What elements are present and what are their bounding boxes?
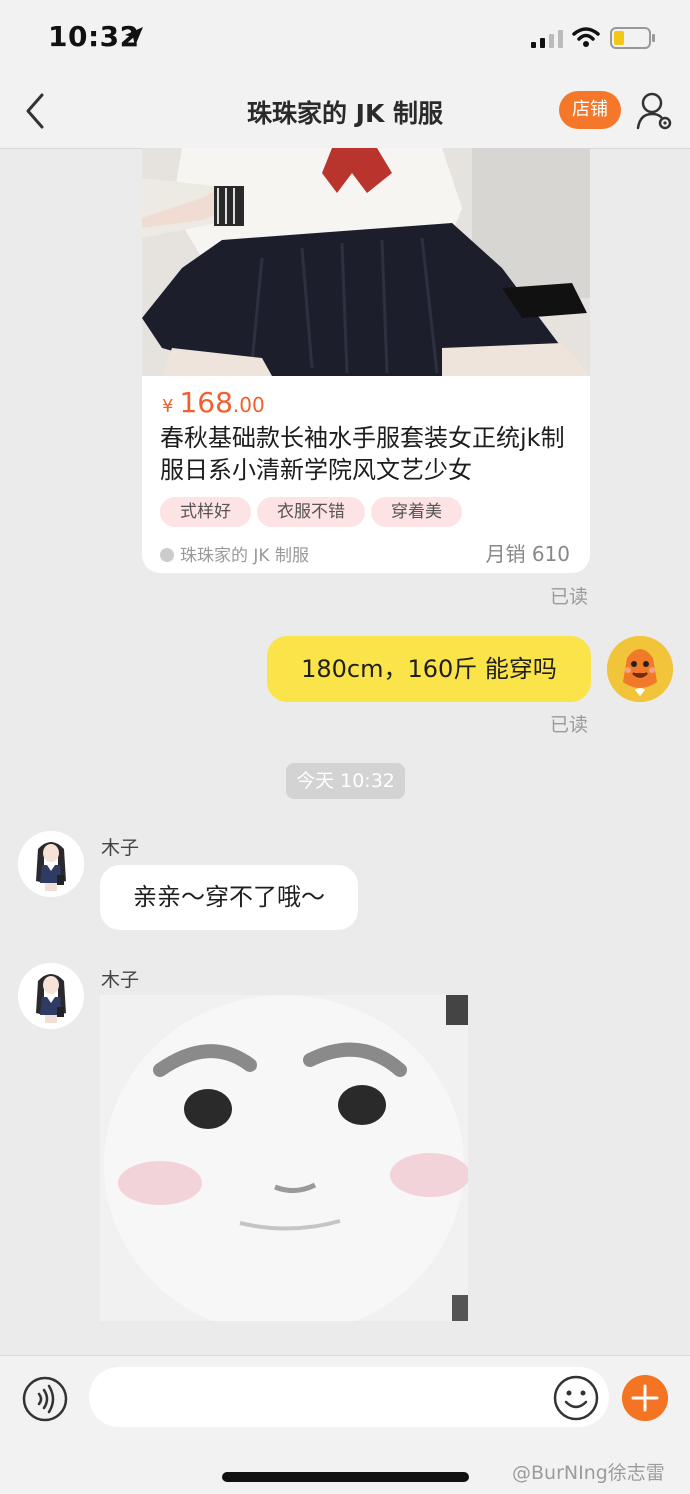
chat-screen: 10:32 珠珠家的 JK 制服 店铺 ¥ 168.00 春秋基础款长袖水手服套… (0, 0, 690, 1494)
store-info: 珠珠家的 JK 制服 (160, 541, 309, 566)
seller-avatar[interactable] (18, 963, 84, 1029)
emoji-icon[interactable] (552, 1374, 600, 1422)
my-avatar[interactable] (607, 636, 673, 702)
plus-icon[interactable] (622, 1375, 668, 1421)
input-bar: @BurNIng徐志雷 (0, 1355, 690, 1494)
home-indicator[interactable] (222, 1472, 469, 1482)
review-tags: 式样好 衣服不错 穿着美 (160, 497, 468, 527)
location-arrow-icon (125, 27, 143, 46)
product-price: ¥168.00 (162, 386, 265, 419)
seller-name: 木子 (101, 837, 140, 859)
product-image[interactable] (142, 148, 590, 376)
cellular-signal-icon (531, 30, 563, 48)
battery-icon (610, 27, 655, 49)
seller-avatar[interactable] (18, 831, 84, 897)
read-receipt: 已读 (550, 714, 589, 736)
review-tag: 穿着美 (371, 497, 462, 527)
timestamp-divider: 今天 10:32 (286, 763, 405, 799)
store-name: 珠珠家的 JK 制服 (180, 546, 309, 566)
price-decimal: .00 (232, 393, 265, 417)
product-title: 春秋基础款长袖水手服套装女正统jk制服日系小清新学院风文艺少女 (160, 424, 565, 484)
wifi-icon (572, 27, 600, 47)
watermark: @BurNIng徐志雷 (512, 1462, 665, 1484)
seller-message-bubble[interactable]: 亲亲～穿不了哦～ (100, 865, 358, 930)
review-tag: 式样好 (160, 497, 251, 527)
shop-button[interactable]: 店铺 (559, 91, 621, 129)
status-bar: 10:32 (0, 0, 690, 72)
message-input[interactable] (89, 1367, 609, 1427)
price-currency: ¥ (162, 396, 174, 417)
review-tag: 衣服不错 (257, 497, 365, 527)
seller-name: 木子 (101, 969, 140, 991)
read-receipt: 已读 (550, 586, 589, 608)
nav-bar: 珠珠家的 JK 制服 店铺 (0, 72, 690, 149)
monthly-sales: 月销 610 (485, 542, 570, 566)
voice-input-icon[interactable] (22, 1376, 68, 1422)
my-message-bubble[interactable]: 180cm，160斤 能穿吗 (267, 636, 591, 702)
store-icon (160, 548, 174, 562)
user-settings-icon[interactable] (636, 90, 674, 132)
product-card[interactable]: ¥168.00 春秋基础款长袖水手服套装女正统jk制服日系小清新学院风文艺少女 … (142, 148, 590, 573)
sticker-image[interactable] (100, 995, 468, 1321)
price-integer: 168 (179, 386, 233, 419)
